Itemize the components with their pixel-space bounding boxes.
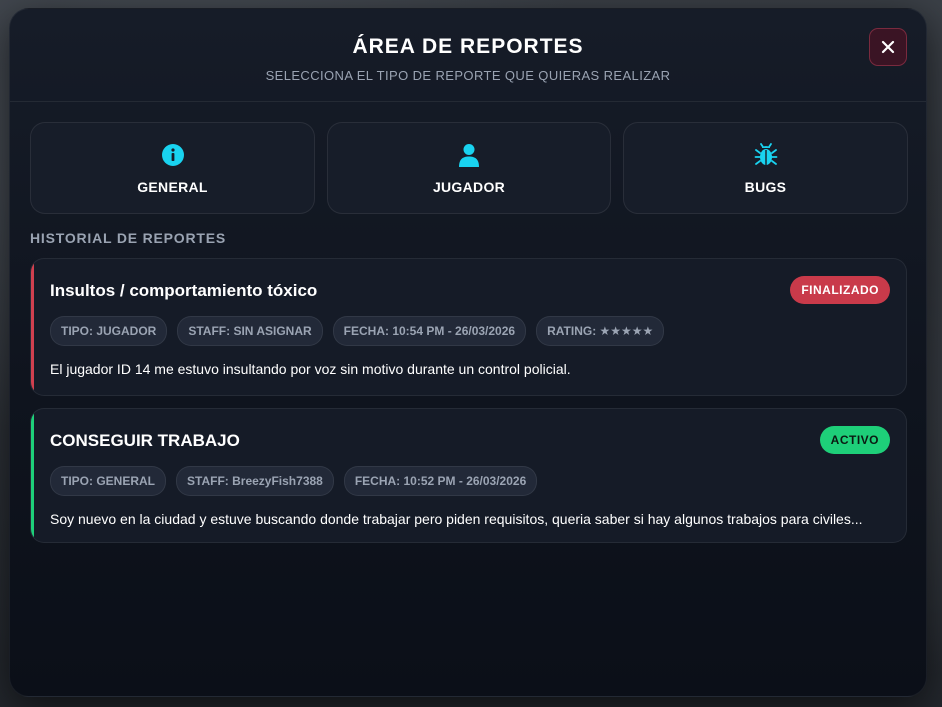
report-card[interactable]: CONSEGUIR TRABAJO ACTIVO TIPO: GENERAL S… (30, 408, 907, 543)
modal-header: ÁREA DE REPORTES SELECCIONA EL TIPO DE R… (10, 9, 926, 102)
report-meta: TIPO: GENERAL STAFF: BreezyFish7388 FECH… (50, 466, 538, 496)
date-chip: FECHA: 10:52 PM - 26/03/2026 (343, 466, 538, 496)
report-description: El jugador ID 14 me estuvo insultando po… (50, 361, 571, 377)
report-type-label: GENERAL (137, 179, 208, 195)
type-chip: TIPO: JUGADOR (50, 316, 168, 346)
status-badge: FINALIZADO (790, 276, 890, 304)
report-accent-bar (31, 259, 34, 395)
report-meta: TIPO: JUGADOR STAFF: SIN ASIGNAR FECHA: … (50, 316, 665, 346)
report-type-jugador[interactable]: JUGADOR (327, 122, 611, 214)
staff-chip: STAFF: SIN ASIGNAR (177, 316, 323, 346)
report-type-label: BUGS (744, 179, 787, 195)
bug-icon (754, 143, 777, 165)
close-button[interactable] (869, 28, 907, 66)
close-icon (881, 40, 895, 54)
report-title: CONSEGUIR TRABAJO (50, 431, 240, 450)
report-card[interactable]: Insultos / comportamiento tóxico FINALIZ… (30, 258, 907, 396)
modal-title: ÁREA DE REPORTES (352, 35, 584, 58)
status-badge: ACTIVO (819, 426, 890, 454)
report-accent-bar (31, 409, 34, 542)
history-heading: HISTORIAL DE REPORTES (30, 230, 226, 246)
user-icon (459, 144, 479, 167)
staff-chip: STAFF: BreezyFish7388 (176, 466, 334, 496)
date-chip: FECHA: 10:54 PM - 26/03/2026 (332, 316, 527, 346)
report-type-label: JUGADOR (432, 179, 506, 195)
info-icon (161, 144, 184, 166)
type-chip: TIPO: GENERAL (50, 466, 167, 496)
report-description: Soy nuevo en la ciudad y estuve buscando… (50, 511, 863, 527)
report-title: Insultos / comportamiento tóxico (50, 281, 318, 300)
report-type-general[interactable]: GENERAL (30, 122, 315, 214)
report-type-bugs[interactable]: BUGS (623, 122, 908, 214)
reports-modal: ÁREA DE REPORTES SELECCIONA EL TIPO DE R… (9, 8, 927, 697)
modal-subtitle: SELECCIONA EL TIPO DE REPORTE QUE QUIERA… (265, 68, 671, 83)
rating-chip: RATING: ★★★★★ (536, 316, 665, 346)
